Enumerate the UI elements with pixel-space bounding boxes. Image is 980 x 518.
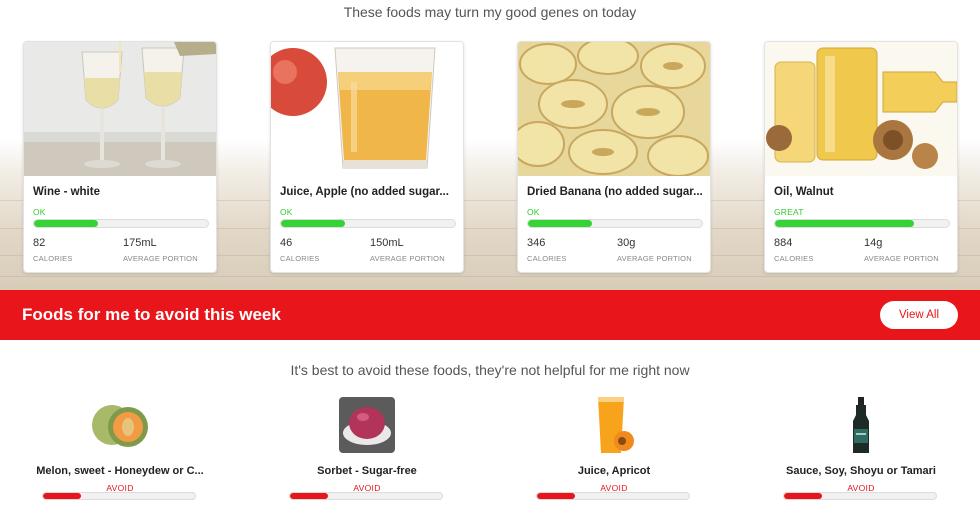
rating-label: OK bbox=[527, 207, 540, 217]
calories-label: CALORIES bbox=[33, 254, 73, 263]
walnut-oil-image bbox=[765, 42, 957, 176]
calories-value: 46 bbox=[280, 237, 293, 249]
apple-juice-image bbox=[271, 42, 463, 176]
rating-label: OK bbox=[280, 207, 293, 217]
card-title: Juice, Apple (no added sugar... bbox=[280, 186, 449, 198]
avoid-rating-bar bbox=[42, 492, 196, 500]
rating-bar-fill bbox=[34, 220, 99, 227]
avoid-rating-bar bbox=[289, 492, 443, 500]
wine-image bbox=[24, 42, 216, 176]
food-card-apple-juice[interactable]: Juice, Apple (no added sugar... OK 46 CA… bbox=[270, 41, 464, 273]
portion-value: 14g bbox=[864, 237, 883, 249]
rating-bar bbox=[774, 219, 950, 228]
apricot-juice-image bbox=[584, 395, 644, 455]
avoid-rating-bar-fill bbox=[43, 493, 81, 499]
rating-bar-fill bbox=[528, 220, 593, 227]
avoid-subtitle: It's best to avoid these foods, they're … bbox=[290, 362, 690, 378]
calories-label: CALORIES bbox=[280, 254, 320, 263]
avoid-banner-title: Foods for me to avoid this week bbox=[22, 305, 281, 324]
avoid-rating-bar-fill bbox=[290, 493, 328, 499]
avoid-item-title: Melon, sweet - Honeydew or C... bbox=[36, 465, 204, 477]
calories-value: 346 bbox=[527, 237, 546, 249]
portion-label: AVERAGE PORTION bbox=[123, 254, 198, 263]
card-title: Wine - white bbox=[33, 186, 100, 198]
food-card-dried-banana[interactable]: Dried Banana (no added sugar... OK 346 C… bbox=[517, 41, 711, 273]
portion-value: 150mL bbox=[370, 237, 404, 249]
sorbet-image bbox=[337, 395, 397, 455]
portion-label: AVERAGE PORTION bbox=[864, 254, 939, 263]
soy-sauce-image bbox=[831, 395, 891, 455]
dried-banana-image bbox=[518, 42, 710, 176]
rating-label: GREAT bbox=[774, 207, 804, 217]
card-title: Dried Banana (no added sugar... bbox=[527, 186, 703, 198]
portion-label: AVERAGE PORTION bbox=[370, 254, 445, 263]
rating-bar bbox=[527, 219, 703, 228]
portion-label: AVERAGE PORTION bbox=[617, 254, 692, 263]
avoid-rating-bar-fill bbox=[784, 493, 822, 499]
avoid-rating-bar bbox=[783, 492, 937, 500]
avoid-banner: Foods for me to avoid this week View All bbox=[0, 290, 980, 340]
rating-bar-fill bbox=[281, 220, 346, 227]
calories-value: 82 bbox=[33, 237, 46, 249]
food-card-wine[interactable]: Wine - white OK 82 CALORIES 175mL AVERAG… bbox=[23, 41, 217, 273]
rating-bar bbox=[33, 219, 209, 228]
melon-image bbox=[90, 395, 150, 455]
avoid-item-title: Sorbet - Sugar-free bbox=[317, 465, 417, 477]
rating-label: OK bbox=[33, 207, 46, 217]
rating-bar-fill bbox=[775, 220, 915, 227]
calories-value: 884 bbox=[774, 237, 793, 249]
avoid-rating-bar-fill bbox=[537, 493, 575, 499]
portion-value: 175mL bbox=[123, 237, 157, 249]
portion-value: 30g bbox=[617, 237, 636, 249]
recommended-section: These foods may turn my good genes on to… bbox=[0, 0, 980, 290]
avoid-item-title: Juice, Apricot bbox=[577, 465, 651, 477]
recommended-subtitle: These foods may turn my good genes on to… bbox=[343, 4, 637, 20]
card-title: Oil, Walnut bbox=[774, 186, 834, 198]
calories-label: CALORIES bbox=[774, 254, 814, 263]
avoid-rating-bar bbox=[536, 492, 690, 500]
avoid-item-title: Sauce, Soy, Shoyu or Tamari bbox=[786, 465, 936, 477]
view-all-button[interactable]: View All bbox=[880, 301, 958, 329]
rating-bar bbox=[280, 219, 456, 228]
food-card-walnut-oil[interactable]: Oil, Walnut GREAT 884 CALORIES 14g AVERA… bbox=[764, 41, 958, 273]
calories-label: CALORIES bbox=[527, 254, 567, 263]
